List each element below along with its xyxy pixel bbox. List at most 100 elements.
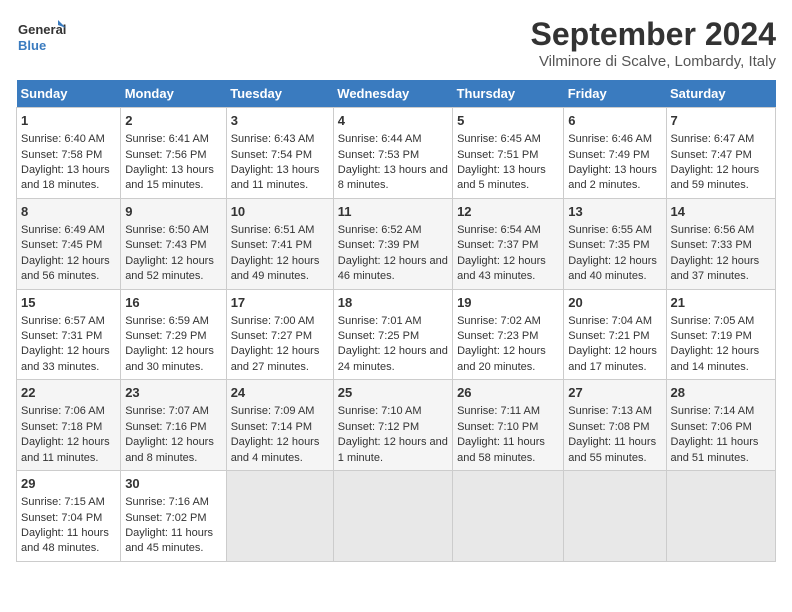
header-row: SundayMondayTuesdayWednesdayThursdayFrid…: [17, 80, 776, 108]
day-info-line: Sunset: 7:58 PM: [21, 149, 102, 161]
day-info-line: Sunset: 7:33 PM: [671, 239, 752, 251]
day-info-line: Sunrise: 6:49 AM: [21, 224, 105, 236]
day-info-line: Sunrise: 6:50 AM: [125, 224, 209, 236]
day-cell: 8Sunrise: 6:49 AMSunset: 7:45 PMDaylight…: [17, 198, 121, 289]
day-number: 4: [338, 112, 448, 130]
day-info-line: Daylight: 11 hours and 55 minutes.: [568, 436, 656, 463]
day-cell: 25Sunrise: 7:10 AMSunset: 7:12 PMDayligh…: [333, 380, 452, 471]
day-info-line: Sunset: 7:18 PM: [21, 421, 102, 433]
day-number: 10: [231, 203, 329, 221]
day-info-line: Sunrise: 7:06 AM: [21, 405, 105, 417]
day-info-line: Sunrise: 6:44 AM: [338, 133, 422, 145]
calendar-header: SundayMondayTuesdayWednesdayThursdayFrid…: [17, 80, 776, 108]
day-cell: [333, 471, 452, 562]
day-info-line: Sunset: 7:49 PM: [568, 149, 649, 161]
day-info-line: Sunset: 7:47 PM: [671, 149, 752, 161]
week-row-2: 8Sunrise: 6:49 AMSunset: 7:45 PMDaylight…: [17, 198, 776, 289]
day-info-line: Sunrise: 6:55 AM: [568, 224, 652, 236]
day-number: 9: [125, 203, 222, 221]
day-info-line: Sunrise: 7:01 AM: [338, 315, 422, 327]
day-info-line: Sunset: 7:21 PM: [568, 330, 649, 342]
day-info-line: Sunrise: 7:14 AM: [671, 405, 755, 417]
day-cell: 9Sunrise: 6:50 AMSunset: 7:43 PMDaylight…: [121, 198, 227, 289]
calendar-body: 1 Sunrise: 6:40 AM Sunset: 7:58 PM Daylight…: [17, 108, 776, 562]
day-info-line: Daylight: 11 hours and 45 minutes.: [125, 527, 213, 554]
logo: General Blue: [16, 16, 66, 58]
header-cell-monday: Monday: [121, 80, 227, 108]
day-cell: 29Sunrise: 7:15 AMSunset: 7:04 PMDayligh…: [17, 471, 121, 562]
day-number: 27: [568, 384, 661, 402]
day-info-line: Sunset: 7:39 PM: [338, 239, 419, 251]
day-info-line: Sunrise: 7:00 AM: [231, 315, 315, 327]
header-cell-saturday: Saturday: [666, 80, 775, 108]
day-info-line: Daylight: 12 hours and 59 minutes.: [671, 164, 760, 191]
day-cell: 11Sunrise: 6:52 AMSunset: 7:39 PMDayligh…: [333, 198, 452, 289]
day-number: 29: [21, 475, 116, 493]
day-info-line: Daylight: 12 hours and 30 minutes.: [125, 345, 214, 372]
day-info-line: Daylight: 13 hours and 2 minutes.: [568, 164, 657, 191]
day-info-line: Sunrise: 6:54 AM: [457, 224, 541, 236]
day-info-line: Daylight: 12 hours and 27 minutes.: [231, 345, 320, 372]
day-info-line: Sunrise: 6:57 AM: [21, 315, 105, 327]
header-cell-tuesday: Tuesday: [226, 80, 333, 108]
day-number: 22: [21, 384, 116, 402]
day-info-line: Daylight: 11 hours and 48 minutes.: [21, 527, 109, 554]
day-info-line: Sunset: 7:51 PM: [457, 149, 538, 161]
day-info-line: Sunset: 7:08 PM: [568, 421, 649, 433]
day-info-line: Sunset: 7:14 PM: [231, 421, 312, 433]
day-info-line: Daylight: 12 hours and 46 minutes.: [338, 255, 448, 282]
day-number: 12: [457, 203, 559, 221]
day-cell: 2Sunrise: 6:41 AMSunset: 7:56 PMDaylight…: [121, 108, 227, 199]
day-number: 1: [21, 112, 116, 130]
day-number: 24: [231, 384, 329, 402]
day-info-line: Sunrise: 7:13 AM: [568, 405, 652, 417]
day-number: 3: [231, 112, 329, 130]
day-info-line: Daylight: 12 hours and 8 minutes.: [125, 436, 214, 463]
day-info-line: Daylight: 12 hours and 40 minutes.: [568, 255, 657, 282]
day-cell: 6Sunrise: 6:46 AMSunset: 7:49 PMDaylight…: [564, 108, 666, 199]
day-info-line: Sunset: 7:41 PM: [231, 239, 312, 251]
day-cell: 7Sunrise: 6:47 AMSunset: 7:47 PMDaylight…: [666, 108, 775, 199]
day-cell: 17Sunrise: 7:00 AMSunset: 7:27 PMDayligh…: [226, 289, 333, 380]
day-info-line: Sunset: 7:45 PM: [21, 239, 102, 251]
day-info-line: Sunset: 7:19 PM: [671, 330, 752, 342]
day-info-line: Sunrise: 6:52 AM: [338, 224, 422, 236]
header-cell-thursday: Thursday: [453, 80, 564, 108]
day-info-line: Daylight: 12 hours and 14 minutes.: [671, 345, 760, 372]
day-number: 6: [568, 112, 661, 130]
day-cell: 24Sunrise: 7:09 AMSunset: 7:14 PMDayligh…: [226, 380, 333, 471]
day-cell: [666, 471, 775, 562]
day-info-line: Daylight: 11 hours and 51 minutes.: [671, 436, 759, 463]
day-info-line: Sunset: 7:27 PM: [231, 330, 312, 342]
page-title: September 2024: [531, 16, 776, 53]
day-info-line: Sunrise: 7:07 AM: [125, 405, 209, 417]
day-info-line: Sunset: 7:54 PM: [231, 149, 312, 161]
day-info-line: Sunset: 7:04 PM: [21, 512, 102, 524]
header-cell-friday: Friday: [564, 80, 666, 108]
day-info-line: Sunset: 7:06 PM: [671, 421, 752, 433]
day-cell: 16Sunrise: 6:59 AMSunset: 7:29 PMDayligh…: [121, 289, 227, 380]
page-subtitle: Vilminore di Scalve, Lombardy, Italy: [531, 53, 776, 70]
day-cell: 3Sunrise: 6:43 AMSunset: 7:54 PMDaylight…: [226, 108, 333, 199]
day-number: 25: [338, 384, 448, 402]
day-info-line: Sunset: 7:16 PM: [125, 421, 206, 433]
day-info-line: Daylight: 12 hours and 1 minute.: [338, 436, 448, 463]
day-info-line: Sunset: 7:10 PM: [457, 421, 538, 433]
logo-svg: General Blue: [16, 16, 66, 58]
week-row-4: 22 Sunrise: 7:06 AM Sunset: 7:18 PM Dayligh…: [17, 380, 776, 471]
day-info-line: Sunrise: 6:40 AM: [21, 133, 105, 145]
day-cell: 13Sunrise: 6:55 AMSunset: 7:35 PMDayligh…: [564, 198, 666, 289]
day-number: 28: [671, 384, 771, 402]
day-cell: [564, 471, 666, 562]
header-cell-sunday: Sunday: [17, 80, 121, 108]
day-info-line: Daylight: 11 hours and 58 minutes.: [457, 436, 545, 463]
day-cell: 18Sunrise: 7:01 AMSunset: 7:25 PMDayligh…: [333, 289, 452, 380]
day-cell: 23Sunrise: 7:07 AMSunset: 7:16 PMDayligh…: [121, 380, 227, 471]
day-number: 7: [671, 112, 771, 130]
day-cell: 12Sunrise: 6:54 AMSunset: 7:37 PMDayligh…: [453, 198, 564, 289]
day-info-line: Daylight: 12 hours and 33 minutes.: [21, 345, 110, 372]
day-number: 26: [457, 384, 559, 402]
day-info-line: Sunset: 7:31 PM: [21, 330, 102, 342]
day-info-line: Daylight: 13 hours and 8 minutes.: [338, 164, 448, 191]
day-info-line: Sunrise: 7:02 AM: [457, 315, 541, 327]
